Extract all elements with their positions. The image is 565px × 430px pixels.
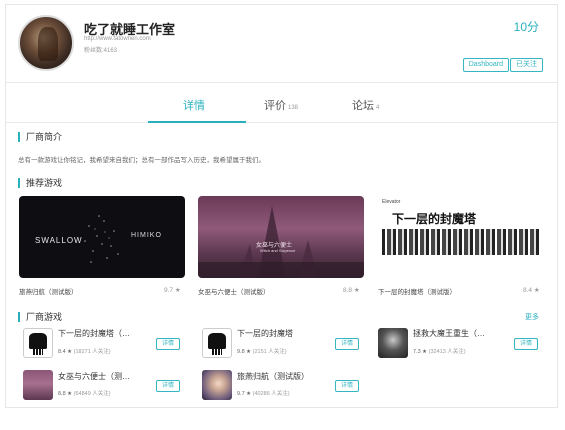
himiko-art-text: HIMIKO: [131, 232, 162, 239]
studio-score: 10分: [513, 20, 539, 34]
pixel-strip: [382, 229, 540, 255]
witch-icon[interactable]: [23, 370, 53, 400]
game-detail-button-3[interactable]: 详情: [514, 338, 538, 350]
game-followers-2: (2151 人关注): [252, 349, 287, 355]
witch-artwork: [198, 206, 364, 278]
swallow-art-text: SWALLOW: [35, 236, 83, 245]
game-detail-button-2[interactable]: 详情: [335, 338, 359, 350]
dashboard-button[interactable]: Dashboard: [462, 58, 509, 72]
recommended-name-1[interactable]: 旅燕归航（测试版）: [19, 286, 78, 296]
recommended-score-1: 9.7 ★: [164, 287, 181, 294]
studio-avatar: [18, 15, 74, 71]
recommended-name-2[interactable]: 女巫与六便士（测试版）: [198, 286, 270, 296]
follow-button[interactable]: 已关注: [510, 58, 543, 72]
tab-details[interactable]: 详情: [183, 97, 205, 113]
tab-reviews-count: 138: [288, 105, 299, 111]
game-score-5: 9.7 ★: [237, 391, 252, 397]
tab-forum[interactable]: 论坛 4: [352, 97, 379, 113]
game-meta-3: 7.3 ★ (32413 人关注): [413, 347, 466, 355]
studio-header: 吃了就睡工作室 http://www.fatownen.com 粉丝数:4163…: [6, 5, 557, 83]
game-detail-button-4[interactable]: 详情: [156, 380, 180, 392]
game-followers-1: (18271 人关注): [73, 349, 111, 355]
game-name-5[interactable]: 旅燕归航（测试版）: [237, 371, 309, 382]
recommended-card-tower[interactable]: Elevator 下一层的封魔塔: [378, 196, 544, 278]
game-meta-1: 8.4 ★ (18271 人关注): [58, 347, 111, 355]
intro-heading: 厂商简介: [18, 132, 62, 142]
game-score-3: 7.3 ★: [413, 349, 428, 355]
game-meta-4: 8.8 ★ (64849 人关注): [58, 389, 111, 397]
studio-url[interactable]: http://www.fatownen.com: [84, 36, 151, 42]
recommended-name-3[interactable]: 下一层的封魔塔（测试版）: [378, 286, 456, 296]
game-name-3[interactable]: 拯救大魔王重生（…: [413, 328, 485, 339]
studio-page: 吃了就睡工作室 http://www.fatownen.com 粉丝数:4163…: [5, 4, 558, 408]
active-tab-indicator: [148, 121, 246, 123]
tower-art-tag: Elevator: [382, 199, 401, 205]
tab-forum-label: 论坛: [352, 100, 374, 112]
tab-reviews-label: 评价: [264, 100, 286, 112]
pixel-tower-icon[interactable]: [23, 328, 53, 358]
game-name-4[interactable]: 女巫与六便士（测…: [58, 371, 130, 382]
pixel-tower-icon[interactable]: [202, 328, 232, 358]
game-followers-3: (32413 人关注): [428, 349, 466, 355]
tower-art-title: 下一层的封魔塔: [392, 212, 477, 226]
recommended-score-2: 8.8 ★: [343, 287, 360, 294]
fans-count: 粉丝数:4163: [84, 48, 118, 54]
game-meta-5: 9.7 ★ (40286 人关注): [237, 389, 290, 397]
game-score-1: 8.4 ★: [58, 349, 73, 355]
tab-forum-count: 4: [376, 105, 380, 111]
game-score-2: 9.8 ★: [237, 349, 252, 355]
tab-details-label: 详情: [183, 100, 205, 112]
game-name-1[interactable]: 下一层的封魔塔（…: [58, 328, 130, 339]
intro-text: 总有一款游戏让你铭记，我希望来自我们；总有一部作品写入历史，我希望属于我们。: [18, 157, 265, 164]
game-name-2[interactable]: 下一层的封魔塔: [237, 328, 293, 339]
recommended-score-3: 8.4 ★: [523, 287, 540, 294]
witch-art-subcaption: Witch and Sixpence: [260, 248, 296, 253]
recommended-card-swallow[interactable]: SWALLOW HIMIKO: [19, 196, 185, 278]
dark-king-icon[interactable]: [378, 328, 408, 358]
tab-bar: 详情 评价 138 论坛 4: [6, 89, 557, 123]
recommended-card-witch[interactable]: 女巫与六便士 Witch and Sixpence: [198, 196, 364, 278]
game-detail-button-5[interactable]: 详情: [335, 380, 359, 392]
game-score-4: 8.8 ★: [58, 391, 73, 397]
swallow-icon[interactable]: [202, 370, 232, 400]
game-detail-button-1[interactable]: 详情: [156, 338, 180, 350]
more-games-link[interactable]: 更多: [525, 312, 539, 322]
tab-reviews[interactable]: 评价 138: [264, 97, 298, 113]
recommended-heading: 推荐游戏: [18, 178, 62, 188]
studio-games-heading: 厂商游戏: [18, 312, 62, 322]
game-followers-4: (64849 人关注): [73, 391, 111, 397]
game-meta-2: 9.8 ★ (2151 人关注): [237, 347, 287, 355]
game-followers-5: (40286 人关注): [252, 391, 290, 397]
